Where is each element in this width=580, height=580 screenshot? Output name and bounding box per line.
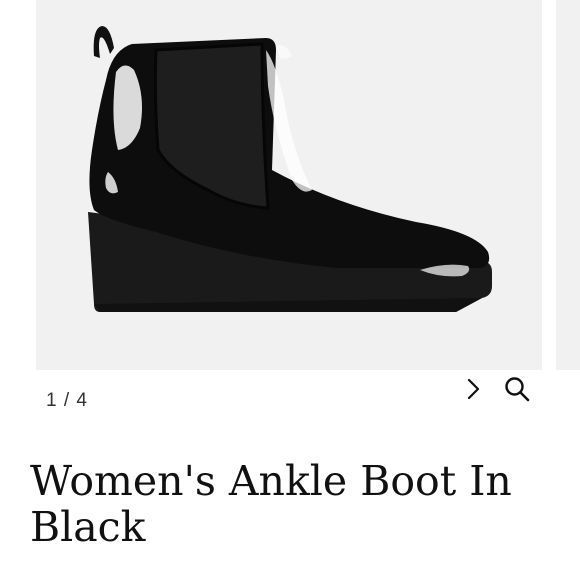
next-image-button[interactable] xyxy=(460,376,486,402)
next-slide-preview[interactable] xyxy=(556,0,580,370)
search-icon xyxy=(505,377,530,402)
boot-product-image xyxy=(88,26,492,312)
chevron-right-icon xyxy=(467,378,480,400)
gallery-controls: 1 / 4 xyxy=(0,370,580,430)
product-image-slide[interactable] xyxy=(36,0,542,370)
image-counter: 1 / 4 xyxy=(46,390,88,411)
product-image-gallery[interactable] xyxy=(0,0,580,370)
zoom-button[interactable] xyxy=(502,374,532,404)
product-title: Women's Ankle Boot In Black xyxy=(30,457,512,551)
